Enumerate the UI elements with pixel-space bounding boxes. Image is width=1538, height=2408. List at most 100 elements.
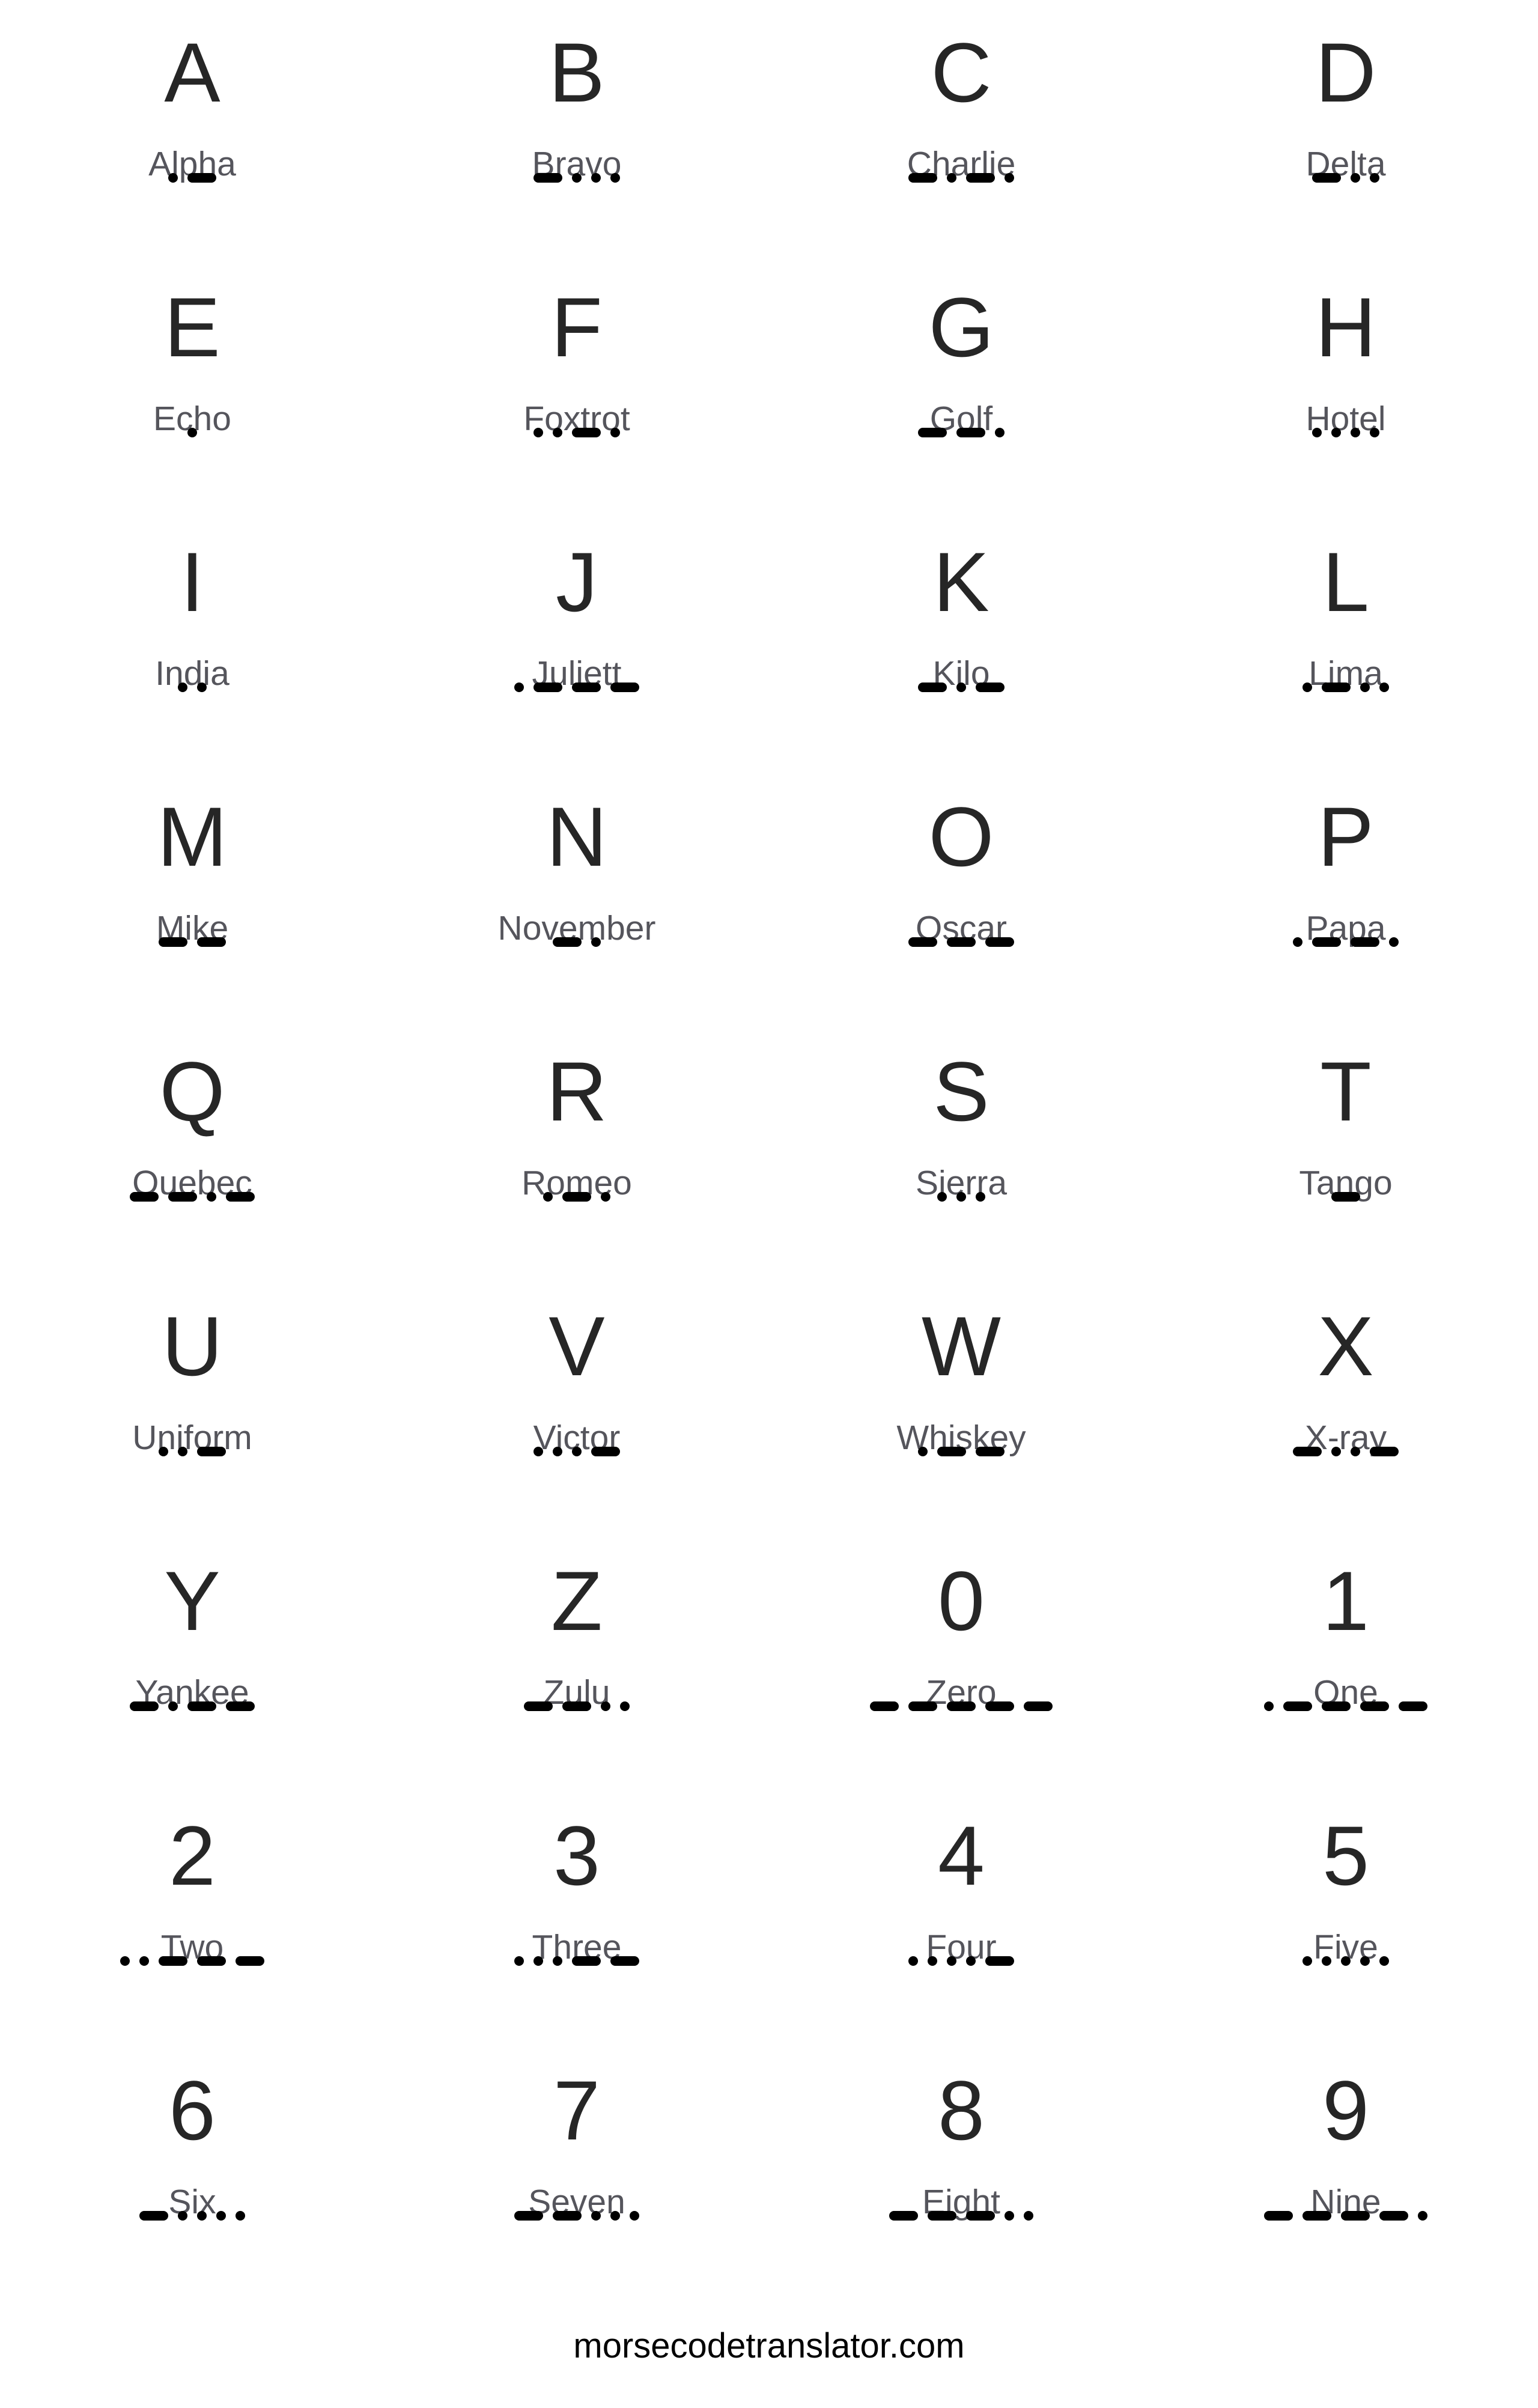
morse-dot-icon (216, 2211, 226, 2221)
morse-dot-icon (601, 1192, 610, 1202)
morse-dot-icon (533, 428, 543, 437)
morse-dash-icon (918, 683, 947, 692)
entry-character: 2 (169, 1808, 216, 1903)
entry-morse-code (769, 1447, 1154, 1456)
morse-dot-icon (601, 1701, 610, 1711)
morse-dash-icon (159, 937, 187, 947)
morse-dot-icon (1302, 1956, 1312, 1966)
entry-character: U (162, 1299, 223, 1393)
morse-dash-icon (197, 1447, 226, 1456)
morse-dash-icon (197, 937, 226, 947)
entry-character: N (546, 789, 607, 884)
morse-dot-icon (178, 1447, 187, 1456)
morse-entry-d: D Delta (1154, 0, 1538, 255)
morse-dot-icon (1360, 683, 1370, 692)
entry-character: S (933, 1044, 989, 1139)
morse-dot-icon (591, 173, 601, 183)
morse-dot-icon (908, 1956, 918, 1966)
morse-dash-icon (159, 1956, 187, 1966)
footer-site-name: morsecodetranslator.com (573, 2326, 965, 2365)
morse-dot-icon (591, 2211, 601, 2221)
entry-morse-code (769, 1956, 1154, 1966)
entry-character: Y (164, 1554, 220, 1648)
entry-character: P (1318, 789, 1374, 884)
entry-morse-code (1154, 683, 1538, 692)
morse-dot-icon (553, 1447, 562, 1456)
morse-dash-icon (553, 2211, 582, 2221)
morse-dash-icon (524, 1701, 553, 1711)
morse-dash-icon (1322, 683, 1351, 692)
morse-dot-icon (236, 2211, 245, 2221)
morse-dash-icon (130, 1192, 159, 1202)
morse-dash-icon (1341, 2211, 1370, 2221)
morse-dash-icon (610, 683, 639, 692)
entry-character: L (1322, 535, 1369, 629)
entry-character: C (931, 25, 992, 120)
morse-entry-8: 8 Eight (769, 2038, 1154, 2293)
morse-dot-icon (1331, 1447, 1341, 1456)
entry-morse-code (384, 683, 769, 692)
morse-dot-icon (1351, 428, 1360, 437)
morse-dash-icon (187, 173, 216, 183)
morse-dash-icon (514, 2211, 543, 2221)
morse-dot-icon (591, 937, 601, 947)
morse-dash-icon (226, 1192, 255, 1202)
entry-morse-code (384, 1192, 769, 1202)
morse-dot-icon (1418, 2211, 1427, 2221)
morse-dot-icon (620, 1701, 630, 1711)
morse-dash-icon (236, 1956, 264, 1966)
morse-dot-icon (514, 683, 524, 692)
morse-dash-icon (956, 428, 985, 437)
entry-character: D (1315, 25, 1376, 120)
morse-entry-0: 0 Zero (769, 1528, 1154, 1783)
morse-dot-icon (178, 683, 187, 692)
entry-character: W (921, 1299, 1002, 1393)
morse-dot-icon (995, 428, 1005, 437)
entry-morse-code (384, 2211, 769, 2221)
entry-character: R (546, 1044, 607, 1139)
entry-character: E (164, 280, 220, 374)
morse-dash-icon (1399, 1701, 1427, 1711)
entry-morse-code (769, 428, 1154, 437)
entry-morse-code (1154, 173, 1538, 183)
morse-dash-icon (553, 937, 582, 947)
entry-character: J (556, 535, 598, 629)
morse-dash-icon (562, 1701, 591, 1711)
entry-morse-code (1154, 1701, 1538, 1711)
entry-morse-code (0, 1956, 384, 1966)
entry-morse-code (1154, 1447, 1538, 1456)
entry-character: A (164, 25, 220, 120)
entry-morse-code (1154, 428, 1538, 437)
morse-dot-icon (572, 1447, 582, 1456)
morse-dash-icon (985, 1956, 1014, 1966)
morse-dash-icon (1312, 173, 1341, 183)
entry-character: X (1318, 1299, 1374, 1393)
morse-dash-icon (889, 2211, 918, 2221)
morse-dash-icon (976, 683, 1005, 692)
morse-entry-w: W Whiskey (769, 1274, 1154, 1528)
entry-morse-code (1154, 937, 1538, 947)
morse-dot-icon (928, 1956, 937, 1966)
morse-entry-p: P Papa (1154, 764, 1538, 1019)
morse-entry-z: Z Zulu (384, 1528, 769, 1783)
morse-entry-v: V Victor (384, 1274, 769, 1528)
morse-dot-icon (178, 2211, 187, 2221)
morse-entry-u: U Uniform (0, 1274, 384, 1528)
morse-dash-icon (610, 1956, 639, 1966)
morse-dot-icon (976, 1192, 985, 1202)
morse-entry-f: F Foxtrot (384, 255, 769, 509)
entry-morse-code (384, 428, 769, 437)
morse-dot-icon (543, 1192, 553, 1202)
morse-dot-icon (159, 1447, 168, 1456)
morse-dash-icon (572, 428, 601, 437)
entry-morse-code (0, 428, 384, 437)
entry-character: Q (159, 1044, 225, 1139)
morse-entry-l: L Lima (1154, 509, 1538, 764)
morse-dot-icon (1360, 1956, 1370, 1966)
entry-character: V (549, 1299, 605, 1393)
morse-dash-icon (1264, 2211, 1293, 2221)
morse-entry-h: H Hotel (1154, 255, 1538, 509)
morse-dot-icon (1341, 1956, 1351, 1966)
morse-dash-icon (966, 173, 995, 183)
entry-character: M (157, 789, 228, 884)
